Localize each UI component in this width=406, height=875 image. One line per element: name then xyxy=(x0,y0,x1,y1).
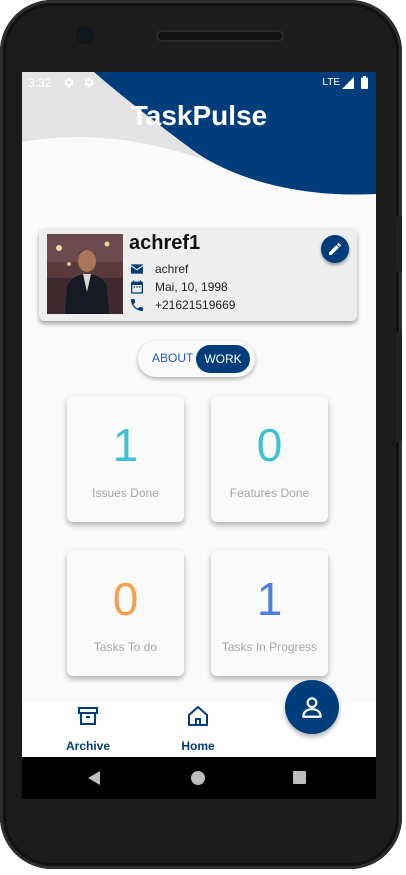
battery-icon xyxy=(361,76,368,89)
email-icon xyxy=(131,264,143,274)
stat-label: Tasks To do xyxy=(93,640,158,654)
profile-phone: +21621519669 xyxy=(155,298,236,312)
stat-card-tasks-todo: 0 Tasks To do xyxy=(67,550,184,676)
app-title: TaskPulse xyxy=(130,100,268,131)
app-screen: 3:32 LTE TaskPulse achref1 achref Mai, 1… xyxy=(22,72,376,757)
profile-username: achref xyxy=(155,262,189,276)
nav-label-home: Home xyxy=(181,739,215,753)
stat-card-tasks-in-progress: 1 Tasks In Progress xyxy=(211,550,328,676)
edit-profile-button[interactable] xyxy=(321,235,349,263)
profile-card: achref1 achref Mai, 10, 1998 +2162151966… xyxy=(39,228,357,321)
nav-item-home[interactable]: Home xyxy=(158,702,238,757)
stat-card-issues-done: 1 Issues Done xyxy=(67,396,184,522)
profile-phone-row: +21621519669 xyxy=(129,297,235,313)
profile-fab-button[interactable] xyxy=(285,680,339,734)
profile-name: achref1 xyxy=(129,232,201,254)
system-nav-bar xyxy=(22,757,376,799)
archive-icon xyxy=(78,707,98,725)
stat-value: 1 xyxy=(256,573,283,625)
nav-item-archive[interactable]: Archive xyxy=(48,702,128,757)
settings-icon xyxy=(84,77,94,88)
profile-birthdate-row: Mai, 10, 1998 xyxy=(129,279,228,295)
stat-label: Features Done xyxy=(229,486,310,500)
network-type: LTE xyxy=(322,77,340,88)
stat-label: Tasks In Progress xyxy=(221,640,318,654)
front-camera xyxy=(78,28,92,42)
volume-button xyxy=(396,216,402,272)
home-circle-icon[interactable] xyxy=(191,771,205,785)
about-work-toggle: ABOUT WORK xyxy=(138,341,255,377)
status-bar: 3:32 LTE xyxy=(22,72,376,94)
tab-work[interactable]: WORK xyxy=(196,345,250,373)
signal-icon xyxy=(342,77,354,89)
person-icon xyxy=(302,697,322,718)
recents-icon[interactable] xyxy=(293,771,306,784)
phone-icon xyxy=(131,299,143,311)
profile-username-row: achref xyxy=(129,261,188,277)
stat-value: 0 xyxy=(256,419,283,471)
stat-card-features-done: 0 Features Done xyxy=(211,396,328,522)
phone-frame: 3:32 LTE TaskPulse achref1 achref Mai, 1… xyxy=(0,0,402,869)
status-time: 3:32 xyxy=(28,76,52,90)
nav-label-archive: Archive xyxy=(65,739,111,753)
calendar-icon xyxy=(131,280,143,294)
power-button xyxy=(396,332,402,442)
stat-value: 0 xyxy=(112,573,139,625)
pencil-icon xyxy=(329,242,341,255)
profile-birthdate: Mai, 10, 1998 xyxy=(155,280,228,294)
tab-about[interactable]: ABOUT xyxy=(152,351,193,365)
earpiece-speaker xyxy=(156,30,284,42)
stat-value: 1 xyxy=(112,419,139,471)
back-icon[interactable] xyxy=(87,771,101,785)
stat-label: Issues Done xyxy=(92,486,159,500)
profile-avatar xyxy=(47,234,123,314)
settings-icon xyxy=(64,77,74,88)
home-icon xyxy=(188,706,208,726)
